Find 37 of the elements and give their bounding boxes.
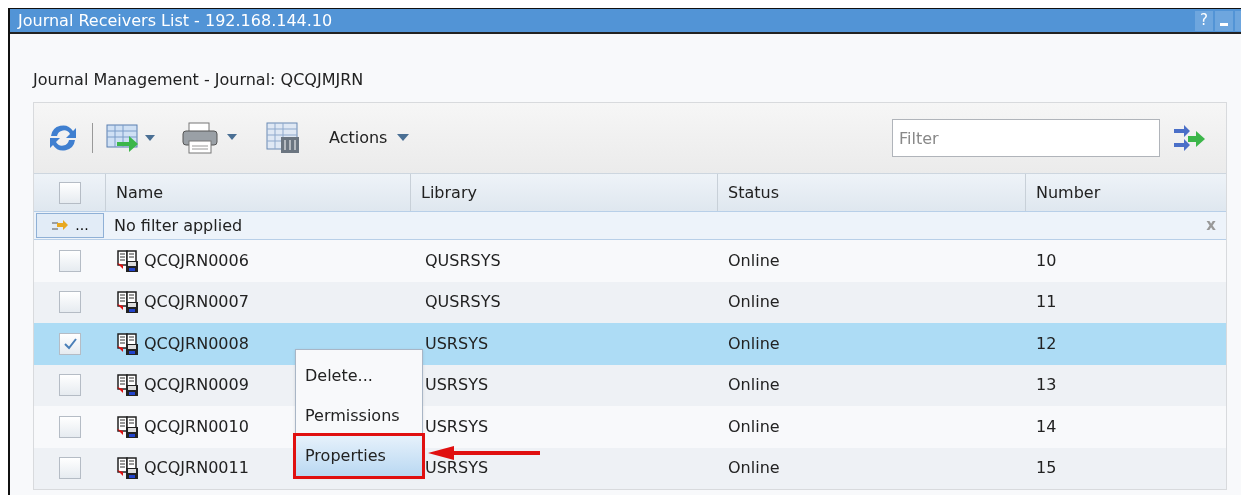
table-cell-text: Online (728, 415, 780, 438)
filter-options-button[interactable]: ... (36, 213, 104, 238)
table-cell-text: QCQJRN0008 (144, 332, 249, 355)
table-row[interactable]: QCQJRN0007 QUSRSYS Online 11 (34, 281, 1226, 323)
page-heading: Journal Management - Journal: QCQJMJRN (33, 72, 365, 88)
table-cell-text: 10 (1036, 249, 1057, 272)
table-cell-text: QUSRSYS (425, 249, 501, 272)
table-row[interactable]: QCQJRN0008 USRSYS Online 12 (34, 323, 1226, 365)
column-header[interactable]: Number (1036, 180, 1101, 205)
filter-field[interactable]: Filter (892, 119, 1160, 157)
column-header[interactable]: Name (116, 180, 164, 205)
actions-menu-button[interactable]: Actions (329, 126, 410, 150)
table-cell-text: QUSRSYS (425, 291, 501, 314)
table-cell-text: USRSYS (425, 374, 489, 397)
table-cell-text: 15 (1036, 457, 1057, 480)
table-cell-text: Online (728, 332, 780, 355)
table-cell-text: 13 (1036, 374, 1057, 397)
menu-item[interactable]: Properties (296, 436, 422, 476)
window-title: Journal Receivers List - 192.168.144.10 (18, 12, 333, 29)
table-cell-text: 12 (1036, 332, 1057, 355)
column-header[interactable]: Status (728, 180, 779, 205)
column-header[interactable]: Library (421, 180, 477, 205)
table-cell-text: QCQJRN0007 (144, 291, 249, 314)
table-cell-text: Online (728, 249, 780, 272)
table-cell-text: QCQJRN0011 (144, 457, 249, 480)
table-cell-text: Online (728, 291, 780, 314)
table-cell-text: USRSYS (425, 332, 489, 355)
table-cell-text: 11 (1036, 291, 1057, 314)
table-cell-text: Online (728, 374, 780, 397)
table-cell-text: Online (728, 457, 780, 480)
filter-status-text: No filter applied (114, 214, 243, 237)
table-cell-text: QCQJRN0006 (144, 249, 249, 272)
table-cell-text: USRSYS (425, 457, 489, 480)
table-cell-text: 14 (1036, 415, 1057, 438)
table-cell-text: QCQJRN0009 (144, 374, 249, 397)
table-cell-text: QCQJRN0010 (144, 415, 249, 438)
table-cell-text: USRSYS (425, 415, 489, 438)
